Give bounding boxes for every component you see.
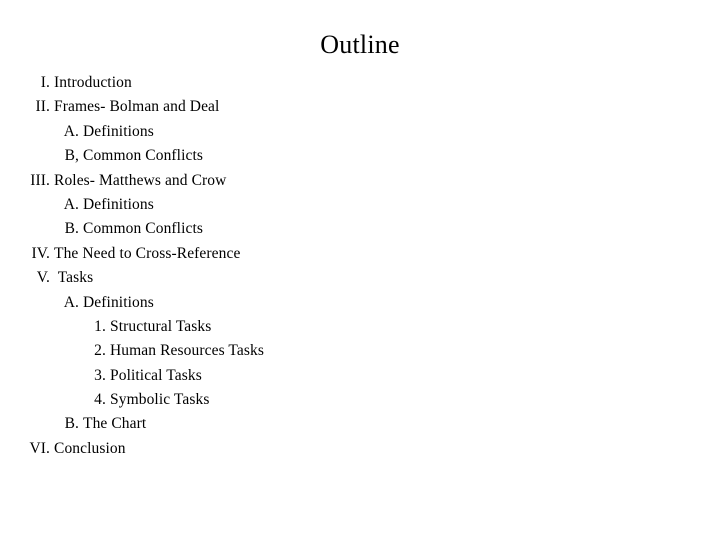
outline-item-marker: B. <box>64 415 79 433</box>
outline-item: VI. Conclusion <box>0 437 420 461</box>
outline-item: A. Definitions <box>0 193 420 217</box>
outline-item-label: Definitions <box>83 122 154 140</box>
outline-list: I. Introduction II. Frames- Bolman and Deal… <box>0 71 420 461</box>
outline-item-label: Tasks <box>54 269 94 287</box>
outline-item-label: Human Resources Tasks <box>110 342 264 360</box>
outline-item-marker: A. <box>63 293 79 311</box>
outline-item: III. Roles- Matthews and Crow <box>0 169 420 193</box>
outline-item-marker: B, <box>64 147 79 165</box>
outline-item-label: The Need to Cross-Reference <box>54 244 241 262</box>
outline-item-marker: 2. <box>94 342 106 360</box>
outline-item-marker: V. <box>36 269 50 287</box>
outline-item-label: Introduction <box>54 74 132 91</box>
outline-item: IV. The Need to Cross-Reference <box>0 242 420 266</box>
outline-item-label: Common Conflicts <box>83 147 204 165</box>
outline-item-marker: VI. <box>29 439 50 457</box>
outline-item: II. Frames- Bolman and Deal <box>0 95 420 119</box>
outline-item: V. Tasks <box>0 266 420 290</box>
outline-item-label: Definitions <box>83 293 154 311</box>
outline-item: 3. Political Tasks <box>0 364 420 388</box>
outline-item-marker: 3. <box>94 366 106 384</box>
outline-item: B. Common Conflicts <box>0 217 420 241</box>
outline-item-marker: B. <box>64 220 79 238</box>
outline-item-marker: I. <box>40 74 50 91</box>
outline-item-label: Political Tasks <box>110 366 202 384</box>
outline-item-marker: 1. <box>94 317 106 335</box>
outline-item: A. Definitions <box>0 291 420 315</box>
outline-item: 1. Structural Tasks <box>0 315 420 339</box>
outline-item-label: Frames- Bolman and Deal <box>54 98 220 116</box>
outline-item-label: Common Conflicts <box>83 220 204 238</box>
outline-item-marker: A. <box>63 122 79 140</box>
outline-item: 2. Human Resources Tasks <box>0 339 420 363</box>
outline-item-label: Conclusion <box>54 439 126 457</box>
outline-item: I. Introduction <box>0 71 420 95</box>
outline-item-label: The Chart <box>83 415 147 433</box>
outline-item: B. The Chart <box>0 412 420 436</box>
outline-item-marker: A. <box>63 195 79 213</box>
outline-item-marker: IV. <box>31 244 50 262</box>
outline-item-marker: III. <box>30 171 50 189</box>
outline-item-label: Roles- Matthews and Crow <box>54 171 227 189</box>
outline-item-label: Symbolic Tasks <box>110 391 210 409</box>
outline-item: B, Common Conflicts <box>0 144 420 168</box>
outline-item-label: Structural Tasks <box>110 317 212 335</box>
page-title: Outline <box>320 30 400 59</box>
outline-item-label: Definitions <box>83 195 154 213</box>
outline-item-marker: II. <box>35 98 50 116</box>
outline-item-marker: 4. <box>94 391 106 409</box>
presentation-slide: Outline I. Introduction II. Frames- Bolman … <box>0 0 720 540</box>
outline-item: A. Definitions <box>0 120 420 144</box>
outline-item: 4. Symbolic Tasks <box>0 388 420 412</box>
